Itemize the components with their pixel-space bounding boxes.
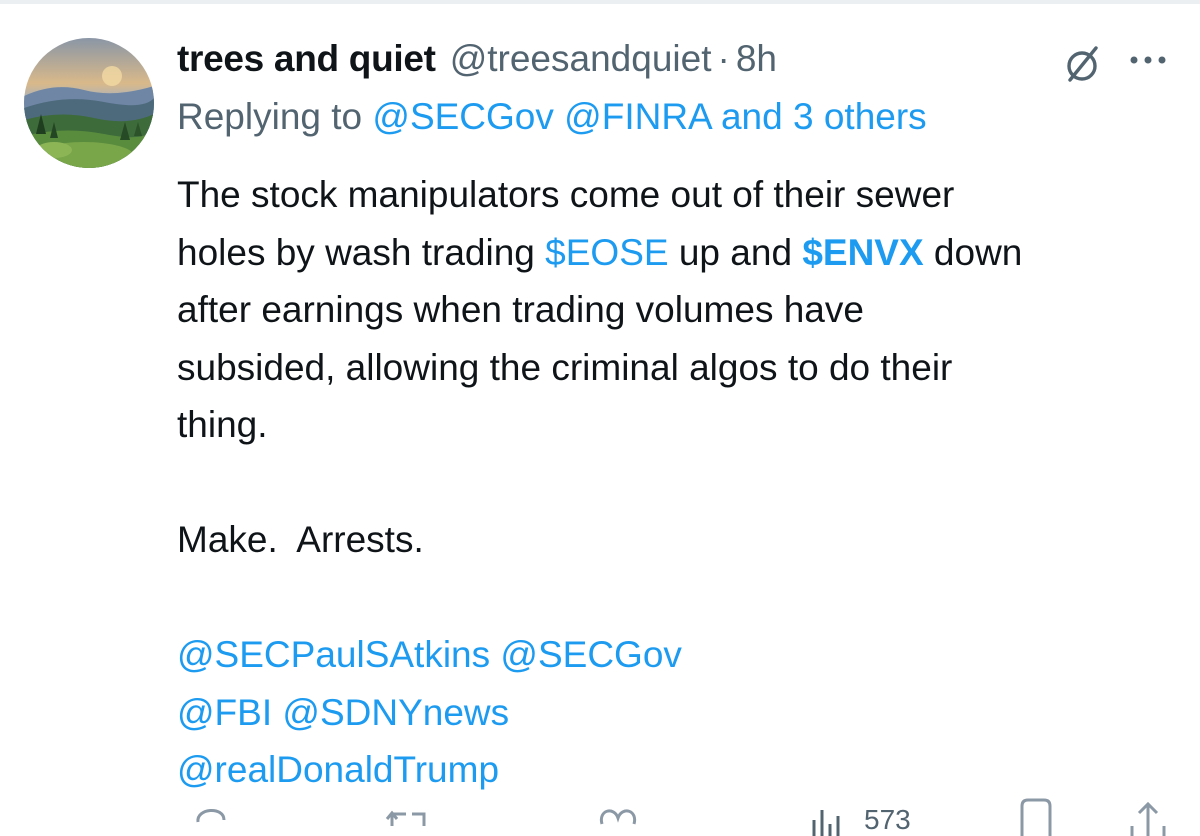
tweet-line: thing. bbox=[177, 404, 268, 445]
replying-prefix: Replying to bbox=[177, 96, 373, 137]
views-icon[interactable] bbox=[808, 796, 848, 836]
views-count: 573 bbox=[864, 804, 911, 835]
timestamp[interactable]: 8h bbox=[736, 38, 777, 80]
top-divider bbox=[0, 0, 1200, 4]
cashtag-envx[interactable]: $ENVX bbox=[802, 232, 923, 273]
tweet-header: trees and quiet @treesandquiet · 8h bbox=[177, 36, 777, 82]
avatar[interactable] bbox=[24, 38, 154, 168]
mention-links[interactable]: @realDonaldTrump bbox=[177, 741, 1177, 799]
share-icon[interactable] bbox=[1128, 796, 1168, 836]
tweet-line: subsided, allowing the criminal algos to… bbox=[177, 346, 953, 388]
grok-icon[interactable] bbox=[1060, 42, 1104, 86]
retweet-icon[interactable] bbox=[384, 796, 432, 836]
like-icon[interactable] bbox=[596, 796, 640, 836]
display-name[interactable]: trees and quiet bbox=[177, 38, 436, 80]
tweet-line: holes by wash trading $EOSE up and $ENVX… bbox=[177, 224, 1177, 282]
tweet-text-segment: down bbox=[923, 231, 1023, 273]
tweet-line: The stock manipulators come out of their… bbox=[177, 174, 955, 215]
action-bar: 573 bbox=[0, 796, 1200, 836]
tweet-text-segment: holes by wash trading bbox=[177, 231, 546, 273]
replying-to: Replying to @SECGov @FINRA and 3 others bbox=[177, 96, 927, 138]
reply-icon[interactable] bbox=[190, 796, 230, 836]
tweet-line: Make. Arrests. bbox=[177, 519, 424, 560]
cashtag-eose[interactable]: $EOSE bbox=[545, 232, 668, 273]
tweet-line: after earnings when trading volumes have bbox=[177, 289, 864, 330]
tweet-text: The stock manipulators come out of their… bbox=[177, 166, 1177, 799]
replying-targets[interactable]: @SECGov @FINRA and 3 others bbox=[372, 96, 926, 137]
separator-dot: · bbox=[717, 38, 730, 79]
more-options-icon[interactable] bbox=[1124, 48, 1172, 72]
user-handle[interactable]: @treesandquiet bbox=[450, 38, 712, 80]
mention-links[interactable]: @SECPaulSAtkins @SECGov bbox=[177, 626, 1177, 684]
tweet-text-segment: up and bbox=[668, 231, 803, 273]
mention-links[interactable]: @FBI @SDNYnews bbox=[177, 684, 1177, 742]
bookmark-icon[interactable] bbox=[1016, 796, 1056, 836]
